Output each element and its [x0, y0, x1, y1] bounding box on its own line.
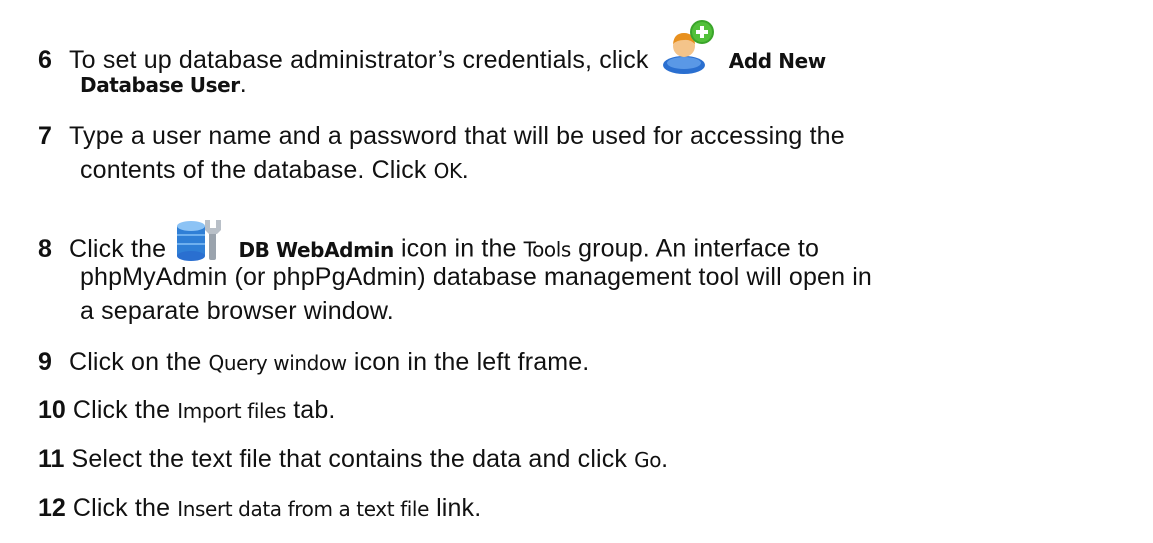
step-7: 7 Type a user name and a password that w…	[38, 119, 845, 153]
step-text: link.	[436, 494, 482, 522]
step-number: 9	[38, 348, 52, 376]
step-8-line3: a separate browser window.	[80, 294, 394, 328]
step-text: contents of the database. Click	[80, 156, 427, 184]
ui-label-ok: OK	[433, 159, 462, 183]
ui-label-database-user: Database User	[80, 73, 240, 97]
add-user-icon	[662, 19, 716, 75]
document-page: 6 To set up database administrator’s cre…	[0, 0, 1153, 543]
step-9: 9 Click on the Query window icon in the …	[38, 345, 589, 380]
step-text: icon in the left frame.	[353, 348, 590, 376]
step-text: Click on the	[69, 348, 202, 376]
step-11: 11 Select the text file that contains th…	[38, 442, 668, 477]
ui-label-go: Go	[634, 448, 662, 472]
step-number: 12	[38, 494, 66, 522]
ui-label-db-webadmin: DB WebAdmin	[238, 237, 394, 262]
db-webadmin-icon	[173, 216, 227, 264]
ui-label-query-window: Query window	[208, 351, 348, 375]
step-text: Type a user name and a password that wil…	[69, 122, 845, 150]
ui-label-import-files: Import files	[177, 399, 287, 423]
step-6-line2: Database User.	[80, 67, 247, 102]
step-text: group. An interface to	[578, 234, 820, 263]
step-number: 7	[38, 122, 52, 150]
step-number: 10	[38, 396, 66, 424]
punctuation: .	[461, 156, 469, 184]
step-text: Select the text file that contains the d…	[71, 445, 628, 473]
step-number: 6	[38, 45, 52, 74]
step-number: 8	[38, 234, 52, 263]
step-text: Click the	[72, 494, 171, 522]
punctuation: .	[661, 445, 669, 473]
step-text: phpMyAdmin (or phpPgAdmin) database mana…	[80, 263, 872, 291]
step-10: 10 Click the Import files tab.	[38, 393, 336, 428]
step-12: 12 Click the Insert data from a text fil…	[38, 491, 481, 526]
step-text: icon in the	[400, 234, 517, 263]
step-7-line2: contents of the database. Click OK.	[80, 153, 469, 188]
step-text: Click the	[72, 396, 171, 424]
ui-label-tools: Tools	[523, 237, 572, 262]
step-8-line2: phpMyAdmin (or phpPgAdmin) database mana…	[80, 260, 872, 294]
ui-label-add-new: Add New	[728, 48, 826, 73]
punctuation: .	[239, 70, 247, 98]
ui-label-insert-data: Insert data from a text file	[177, 497, 429, 521]
step-number: 11	[38, 445, 65, 473]
step-text: a separate browser window.	[80, 297, 394, 325]
step-text: Click the	[69, 234, 167, 263]
step-text: tab.	[293, 396, 336, 424]
